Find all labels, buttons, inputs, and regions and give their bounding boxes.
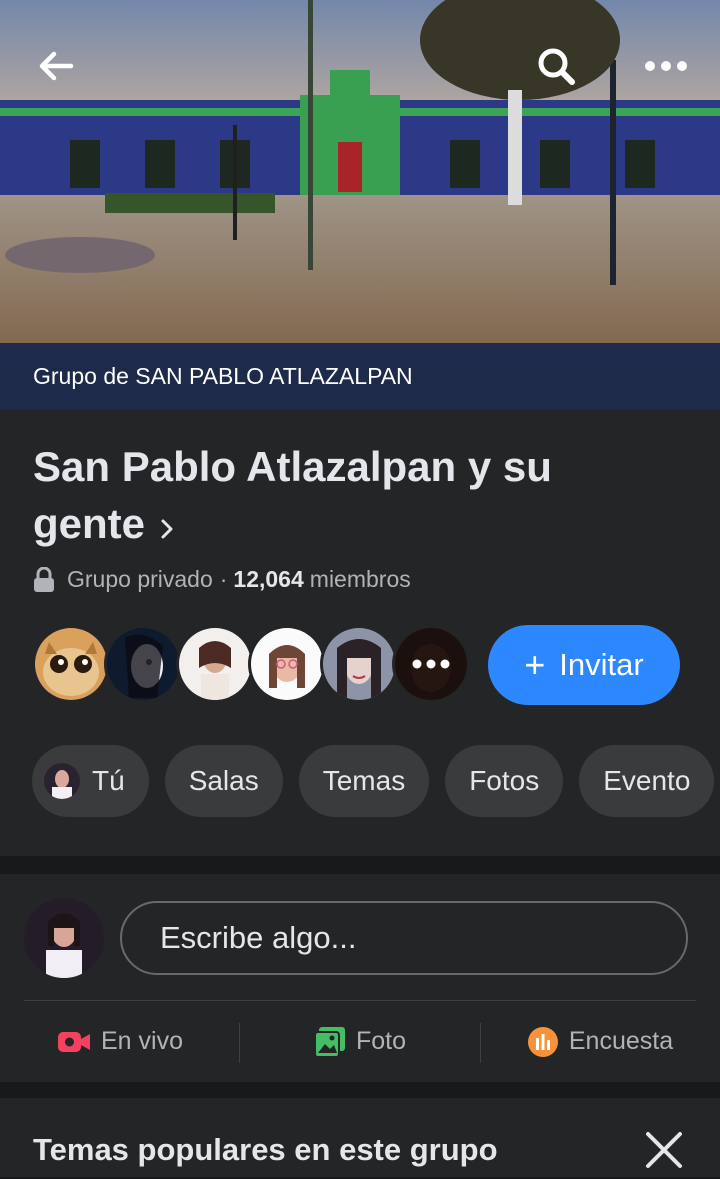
photo-icon (313, 1026, 346, 1058)
avatar[interactable] (320, 625, 398, 703)
group-tabs: Tú Salas Temas Fotos Evento (32, 745, 715, 817)
avatar[interactable] (248, 625, 326, 703)
avatar[interactable] (104, 625, 182, 703)
user-avatar-icon (44, 763, 80, 799)
avatar[interactable] (32, 625, 110, 703)
live-video-icon (57, 1029, 91, 1055)
photo-button[interactable]: Foto (240, 1001, 480, 1082)
poll-icon (527, 1026, 559, 1058)
avatar[interactable] (24, 898, 104, 978)
popular-topics-title: Temas populares en este grupo (33, 1132, 498, 1167)
lock-icon (33, 566, 55, 593)
group-title-text: San Pablo Atlazalpan y su gente (33, 443, 552, 547)
more-button[interactable] (638, 40, 694, 96)
tab-eventos-label: Evento (603, 765, 691, 796)
action-separator (239, 1023, 240, 1063)
avatar[interactable] (392, 625, 470, 703)
privacy-label: Grupo privado (67, 566, 213, 592)
cover-image (0, 0, 720, 343)
action-separator (480, 1023, 481, 1063)
live-video-label: En vivo (101, 1027, 183, 1055)
close-button[interactable] (640, 1126, 688, 1174)
tab-fotos-label: Fotos (469, 765, 540, 796)
group-title[interactable]: San Pablo Atlazalpan y su gente (33, 438, 673, 555)
popular-topics-card: Temas populares en este grupo (0, 1098, 720, 1177)
live-video-button[interactable]: En vivo (0, 1001, 240, 1082)
back-button[interactable] (28, 40, 84, 96)
tab-temas-label: Temas (322, 765, 406, 796)
poll-button[interactable]: Encuesta (480, 1001, 720, 1082)
composer-actions: En vivo Foto Encuesta (0, 1001, 720, 1082)
tab-salas-label: Salas (188, 765, 259, 796)
invite-button[interactable]: + Invitar (488, 625, 680, 705)
arrow-left-icon (38, 51, 74, 86)
search-button[interactable] (528, 40, 584, 96)
group-meta: Grupo privado · 12,064 miembros (33, 566, 411, 593)
tab-you[interactable]: Tú (32, 745, 149, 817)
tab-temas[interactable]: Temas (298, 745, 430, 817)
invite-label: Invitar (559, 647, 644, 682)
tab-fotos[interactable]: Fotos (445, 745, 564, 817)
chevron-right-icon (159, 498, 175, 555)
composer-placeholder: Escribe algo... (160, 920, 357, 955)
tab-you-label: Tú (92, 765, 125, 796)
tab-eventos[interactable]: Evento (579, 745, 715, 817)
group-source-band[interactable]: Grupo de SAN PABLO ATLAZALPAN (0, 343, 720, 410)
search-icon (536, 46, 576, 91)
member-label: miembros (309, 566, 411, 592)
more-horizontal-icon (644, 59, 688, 77)
group-source-label: Grupo de SAN PABLO ATLAZALPAN (33, 363, 413, 389)
photo-label: Foto (355, 1027, 407, 1055)
composer-input[interactable]: Escribe algo... (120, 901, 688, 975)
meta-separator: · (219, 566, 228, 592)
close-icon (640, 1132, 688, 1178)
post-composer: Escribe algo... En vivo Foto Encuesta (0, 874, 720, 1082)
tab-salas[interactable]: Salas (164, 745, 283, 817)
cover-photo[interactable] (0, 0, 720, 343)
avatar[interactable] (176, 625, 254, 703)
member-count: 12,064 (233, 566, 304, 592)
plus-icon: + (524, 644, 546, 685)
poll-label: Encuesta (568, 1027, 674, 1055)
